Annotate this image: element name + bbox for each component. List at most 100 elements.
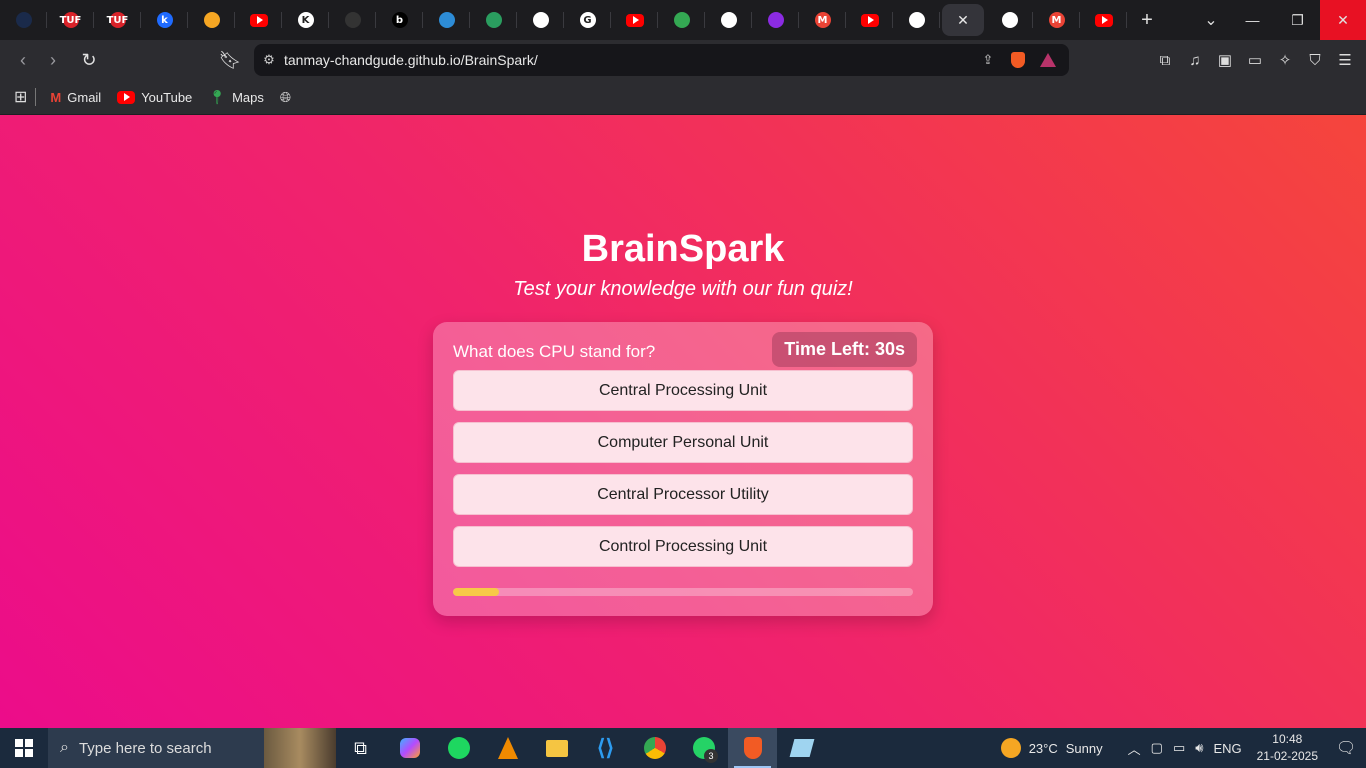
browser-tab[interactable] (658, 0, 705, 40)
b-icon: b (391, 12, 408, 28)
browser-tab[interactable] (986, 0, 1033, 40)
vpn-icon[interactable]: ⛉ (1302, 47, 1328, 73)
taskbar-search[interactable]: ⌕ Type here to search (48, 728, 336, 768)
forward-button[interactable]: › (38, 45, 68, 75)
tab-search-chevron-icon[interactable]: ⌄ (1196, 0, 1226, 40)
new-tab-button[interactable]: + (1127, 9, 1167, 32)
share-icon[interactable]: ⇪ (973, 52, 1003, 68)
browser-tab[interactable] (611, 0, 658, 40)
minimize-button[interactable]: — (1230, 0, 1275, 40)
bookmark-label: YouTube (141, 89, 193, 105)
browser-tab[interactable]: TUF (94, 0, 141, 40)
browser-tab[interactable] (0, 0, 47, 40)
bookmark-icon[interactable]: 🔖︎ (215, 45, 245, 75)
vlc-icon[interactable] (483, 728, 532, 768)
bookmark-label: Maps (232, 89, 264, 105)
browser-tab[interactable]: TUF (47, 0, 94, 40)
browser-tab[interactable] (893, 0, 940, 40)
browser-tab[interactable] (705, 0, 752, 40)
menu-icon[interactable]: ☰ (1332, 47, 1358, 73)
progress-fill (453, 588, 499, 596)
language-indicator[interactable]: ENG (1213, 741, 1241, 756)
browser-tab[interactable]: k (141, 0, 188, 40)
answer-option-2[interactable]: Computer Personal Unit (453, 422, 913, 463)
lightning-icon (485, 12, 502, 28)
browser-tab[interactable] (846, 0, 893, 40)
chevron-up-icon[interactable]: ︿ (1128, 739, 1141, 758)
browser-tab[interactable]: G (564, 0, 611, 40)
weather-widget[interactable]: 23°C Sunny (1000, 738, 1103, 758)
active-tab[interactable]: ✕ (942, 4, 984, 36)
bookmark-globe[interactable]: 🌐︎ (280, 89, 291, 106)
notification-icon[interactable]: 🗨︎ (1336, 738, 1366, 758)
back-button[interactable]: ‹ (8, 45, 38, 75)
browser-tab[interactable] (470, 0, 517, 40)
extensions-icon[interactable]: ⧉ (1152, 47, 1178, 73)
browser-tab[interactable] (423, 0, 470, 40)
clock-date: 21-02-2025 (1256, 749, 1318, 763)
openai-icon (1001, 12, 1018, 28)
bookmark-maps[interactable]: 📍︎ Maps (208, 89, 264, 106)
moon-icon (15, 12, 32, 28)
browser-tab[interactable] (235, 0, 282, 40)
sidebar-icon[interactable]: ▣ (1212, 47, 1238, 73)
vscode-icon[interactable]: ⟨⟩ (581, 728, 630, 768)
apps-grid-icon[interactable]: ⊞ (14, 87, 27, 107)
task-view-icon[interactable]: ⧉ (336, 728, 385, 768)
music-icon[interactable]: ♫ (1182, 47, 1208, 73)
browser-tab[interactable]: K (282, 0, 329, 40)
page-title: BrainSpark (581, 228, 785, 270)
k-icon: k (156, 12, 173, 28)
clock[interactable]: 10:48 21-02-2025 (1257, 731, 1318, 765)
clock-time: 10:48 (1272, 732, 1303, 746)
brave-shield-icon[interactable] (1003, 52, 1033, 68)
answer-option-3[interactable]: Central Processor Utility (453, 474, 913, 515)
whatsapp-badge: 3 (704, 749, 718, 763)
brave-rewards-icon[interactable] (1033, 53, 1063, 67)
restore-button[interactable]: ❐ (1275, 0, 1320, 40)
gmail-icon: M (50, 89, 62, 105)
start-button[interactable] (0, 728, 48, 768)
wallet-icon[interactable]: ▭ (1242, 47, 1268, 73)
whatsapp-icon[interactable]: 3 (679, 728, 728, 768)
answer-option-1[interactable]: Central Processing Unit (453, 370, 913, 411)
notepad-icon[interactable] (777, 728, 826, 768)
browser-tab[interactable] (329, 0, 376, 40)
bookmark-gmail[interactable]: M Gmail (50, 90, 101, 105)
browser-tab[interactable] (188, 0, 235, 40)
leo-ai-icon[interactable]: ✧ (1272, 47, 1298, 73)
browser-tab[interactable] (752, 0, 799, 40)
search-icon: ⌕ (60, 739, 69, 756)
close-window-button[interactable]: ✕ (1320, 0, 1366, 40)
site-settings-icon[interactable]: ⚙︎ (254, 52, 284, 68)
file-explorer-icon[interactable] (532, 728, 581, 768)
spotify-icon[interactable] (434, 728, 483, 768)
browser-tab[interactable]: M (1033, 0, 1080, 40)
url-text[interactable]: tanmay-chandgude.github.io/BrainSpark/ (284, 52, 973, 68)
windows-icon (15, 739, 33, 757)
copilot-icon[interactable] (385, 728, 434, 768)
answer-option-4[interactable]: Control Processing Unit (453, 526, 913, 567)
volume-icon[interactable]: 🔊︎ (1195, 740, 1203, 756)
youtube-icon (117, 90, 136, 104)
meet-now-icon[interactable]: ▢ (1151, 740, 1163, 756)
address-bar[interactable]: ⚙︎ tanmay-chandgude.github.io/BrainSpark… (254, 44, 1069, 76)
browser-tab[interactable] (517, 0, 564, 40)
gmail-icon: M (1048, 12, 1065, 28)
reload-button[interactable]: ↻ (74, 45, 104, 75)
bookmark-separator (35, 88, 37, 106)
k-icon: K (297, 12, 314, 28)
browser-tab[interactable]: b (376, 0, 423, 40)
tuf-icon: TUF (107, 12, 128, 28)
chrome-icon[interactable] (630, 728, 679, 768)
page-subtitle: Test your knowledge with our fun quiz! (513, 278, 853, 300)
browser-tab[interactable] (1080, 0, 1127, 40)
close-tab-icon[interactable]: ✕ (957, 12, 969, 29)
browser-tab[interactable]: M (799, 0, 846, 40)
brave-icon[interactable] (728, 728, 777, 768)
battery-icon[interactable]: ▭ (1173, 740, 1185, 756)
youtube-icon (1094, 13, 1113, 27)
bookmark-youtube[interactable]: YouTube (117, 90, 192, 105)
arrow-icon (767, 12, 784, 28)
drive-icon (673, 12, 690, 28)
